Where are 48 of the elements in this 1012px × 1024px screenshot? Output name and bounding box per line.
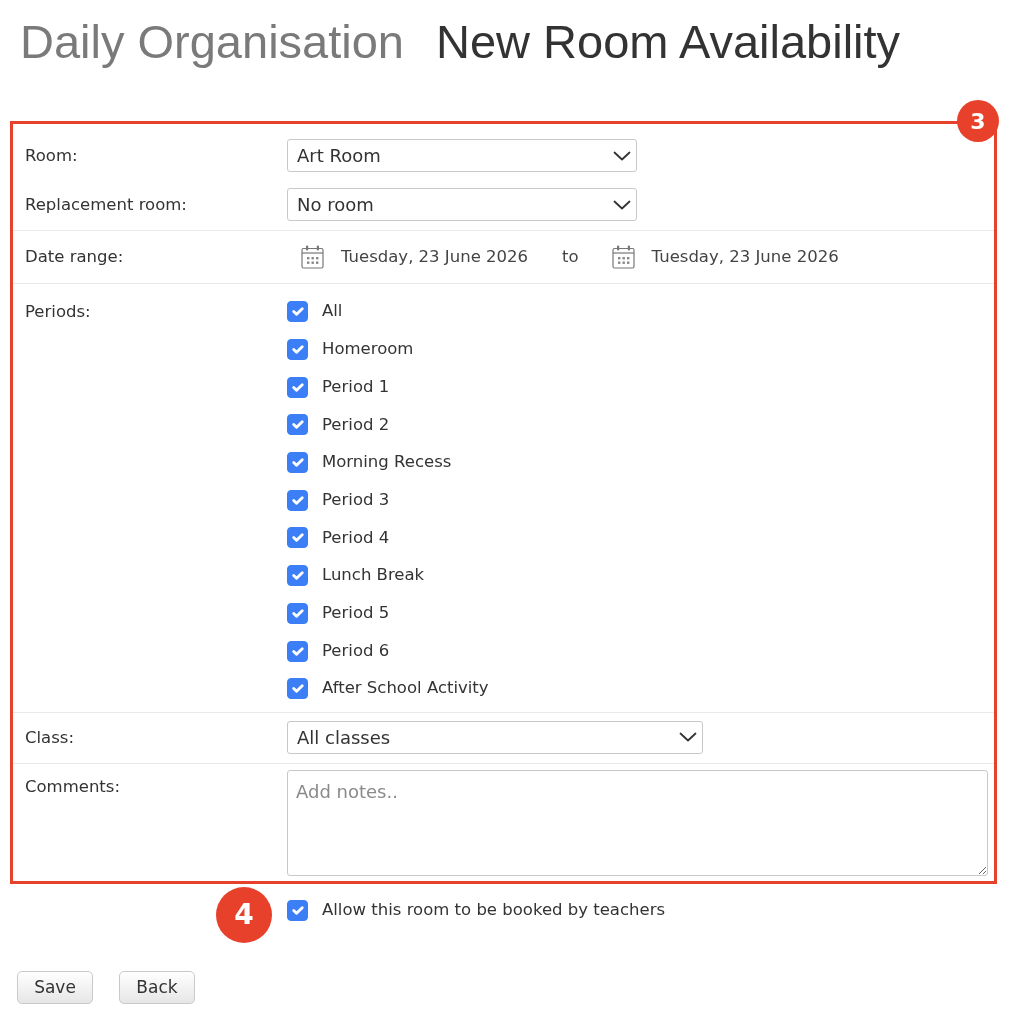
checkbox-label: All [322,300,343,323]
range-separator: to [562,246,579,268]
checkbox[interactable] [287,339,308,361]
checkbox-label: Period 5 [322,601,390,624]
checkbox-label: Period 6 [322,639,390,662]
date-picker[interactable]: Tuesday, 23 June 2026 [611,245,839,269]
checkbox-label: Morning Recess [322,451,452,474]
checkbox[interactable] [287,527,308,549]
checkbox[interactable] [287,376,308,398]
checkbox[interactable] [287,678,308,700]
checkbox-label: Period 1 [322,375,390,398]
section-title: Daily Organisation [20,15,404,68]
checkbox[interactable] [287,414,308,436]
checkbox[interactable] [287,301,308,323]
checkbox[interactable] [287,489,308,511]
field-label: Room: [25,145,79,167]
calendar-icon [611,245,635,269]
dropdown[interactable]: Art Room [287,139,637,172]
checkbox[interactable] [287,452,308,474]
save-button[interactable]: Save [17,970,93,1004]
checkbox-label: Period 4 [322,526,390,549]
back-button[interactable]: Back [119,970,195,1004]
date-picker[interactable]: Tuesday, 23 June 2026 [301,245,529,269]
checkbox-label: Period 2 [322,413,390,436]
checkbox[interactable] [287,640,308,662]
chevron-down-icon [679,732,697,743]
checkbox[interactable] [287,565,308,587]
checkbox[interactable] [287,602,308,624]
field-label: Class: [25,726,75,749]
field-label: Comments: [25,775,121,798]
checkbox-label: Allow this room to be booked by teachers [322,899,666,922]
field-label: Replacement room: [25,194,188,216]
checkbox-label: Lunch Break [322,564,425,587]
field-label: Date range: [25,246,125,268]
checkbox-label: Homeroom [322,338,414,361]
chevron-down-icon [613,199,631,210]
dropdown[interactable]: All classes [287,720,703,754]
checkbox-label: Period 3 [322,488,390,511]
callout-badge: 3 [957,100,999,142]
callout-badge: 4 [216,886,272,943]
page-title: New Room Availability [436,15,901,68]
field-label: Periods: [25,301,92,323]
dropdown[interactable]: No room [287,188,637,221]
checkbox[interactable] [287,900,308,922]
comments-field[interactable]: Add notes.. [287,769,988,876]
calendar-icon [301,245,324,269]
chevron-down-icon [613,150,631,161]
checkbox-label: After School Activity [322,677,489,700]
